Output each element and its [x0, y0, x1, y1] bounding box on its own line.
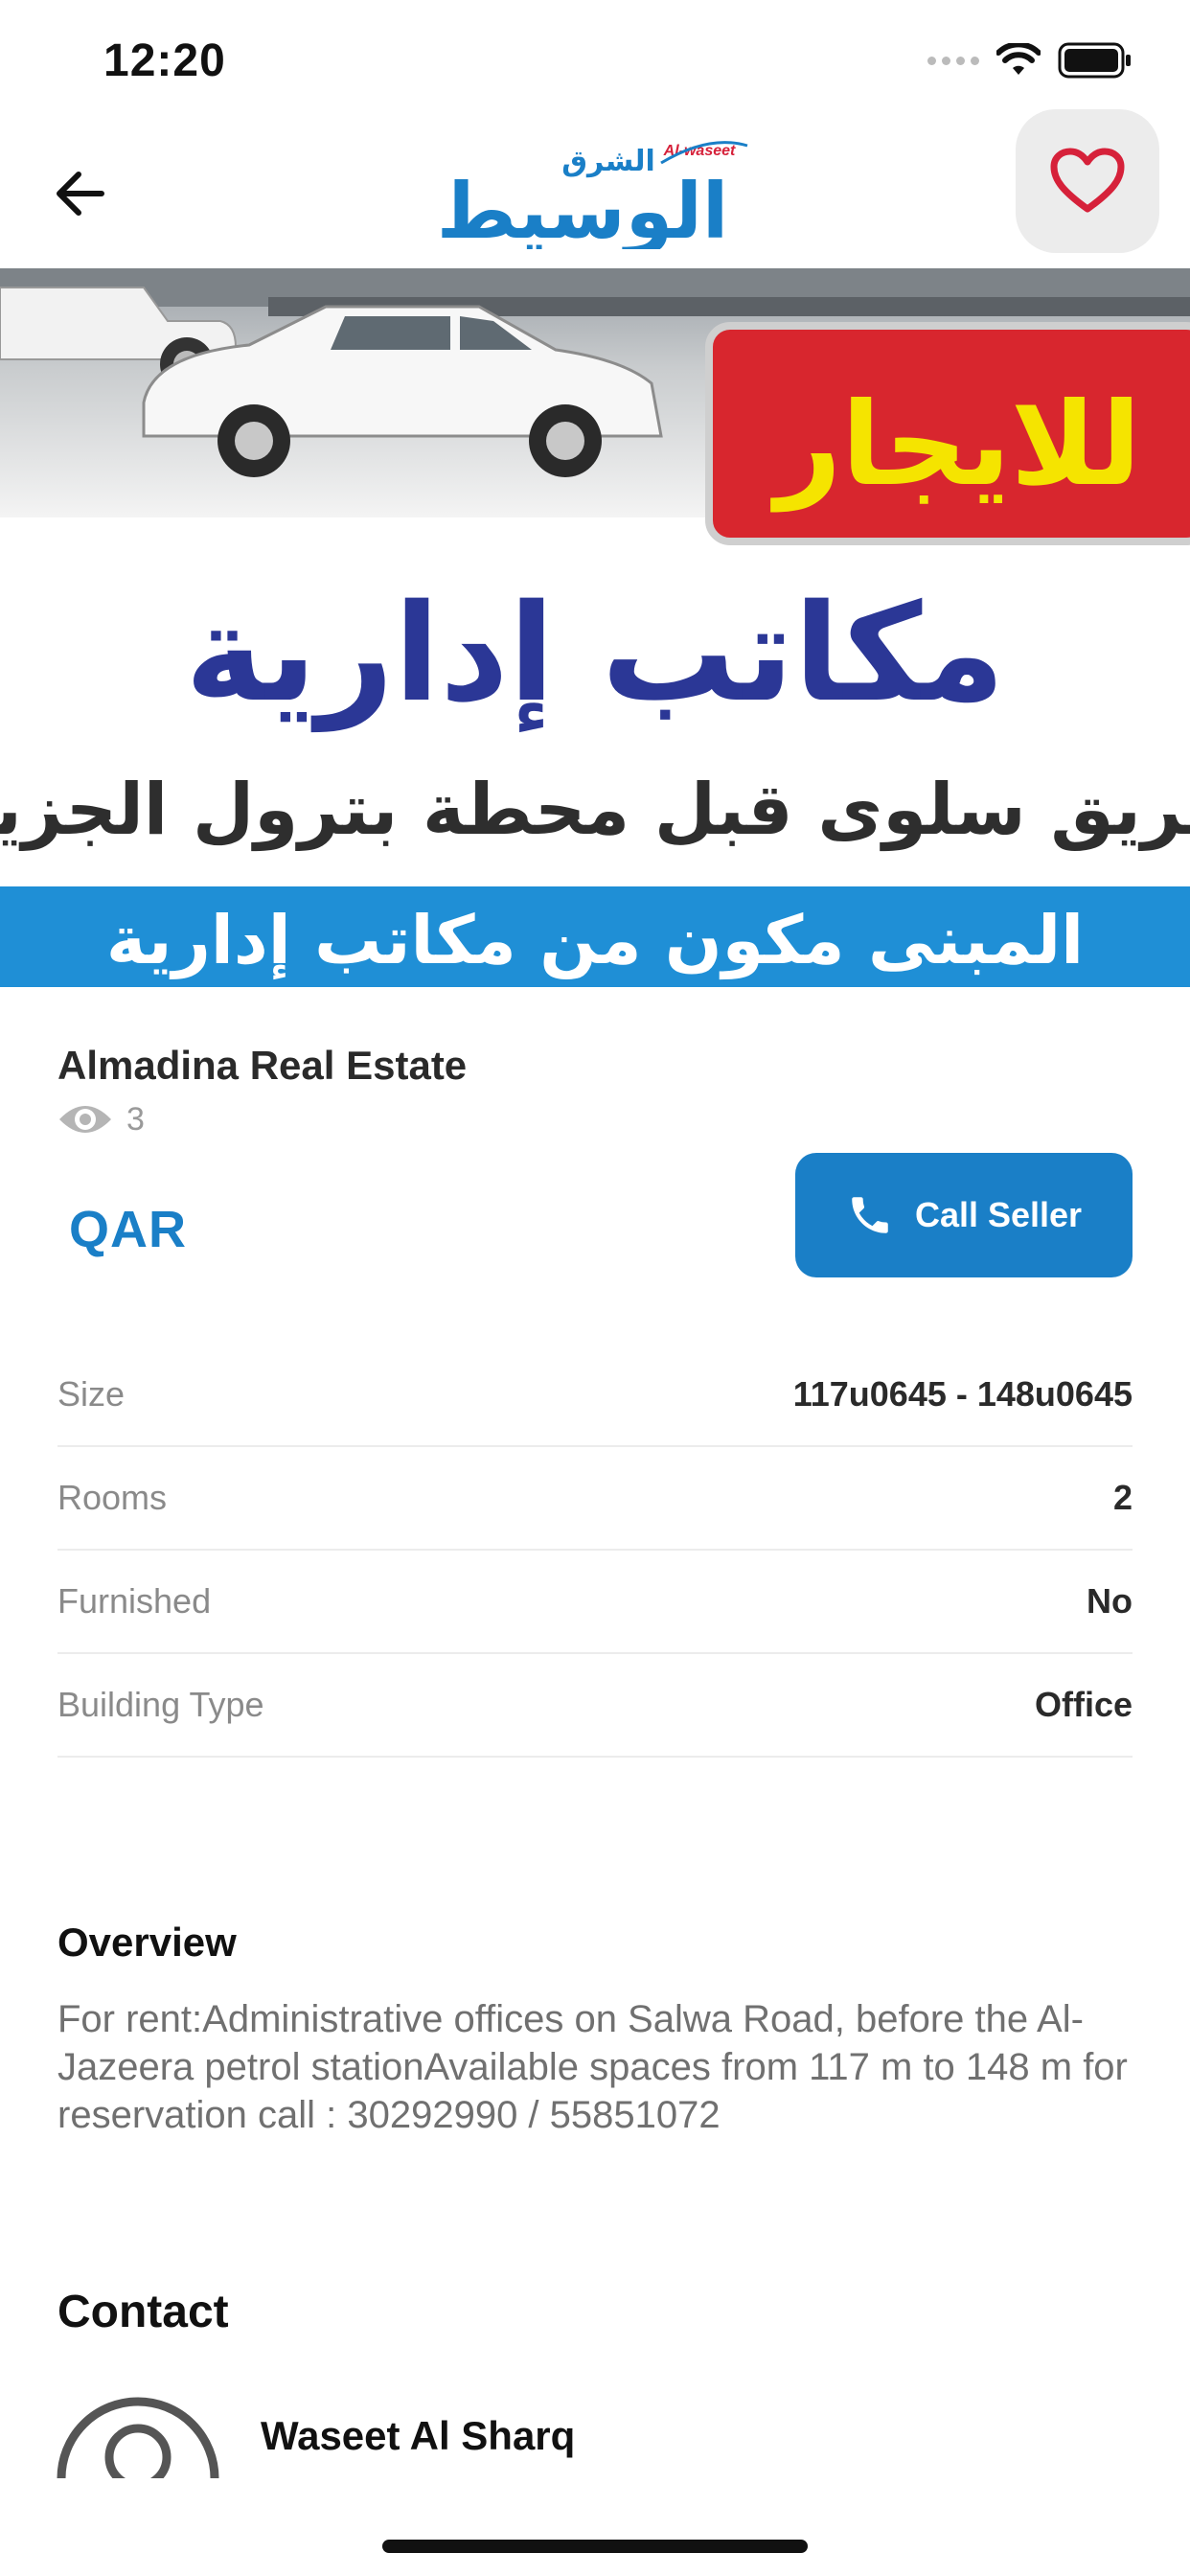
- heart-icon: [1050, 148, 1125, 213]
- spec-value: No: [1087, 1581, 1133, 1621]
- contact-avatar[interactable]: [56, 2382, 220, 2478]
- spec-row-rooms: Rooms 2: [57, 1447, 1133, 1551]
- price-currency: QAR: [69, 1201, 187, 1258]
- signal-icon: [927, 56, 979, 65]
- call-seller-button[interactable]: Call Seller: [795, 1153, 1133, 1277]
- home-indicator[interactable]: [382, 2540, 808, 2553]
- favorite-button[interactable]: [1016, 109, 1159, 253]
- wifi-icon: [996, 43, 1041, 75]
- banner-for-rent: للايجار: [770, 379, 1141, 512]
- spec-label: Rooms: [57, 1478, 168, 1517]
- alwaseet-logo: الشرق Al-waseet الوسيط: [437, 141, 748, 249]
- banner-subline: بطريق سلوى قبل محطة بترول الجزيرة: [0, 769, 1190, 852]
- banner-footer: المبنى مكون من مكاتب إدارية: [106, 901, 1084, 980]
- spec-row-furnished: Furnished No: [57, 1551, 1133, 1654]
- overview-title: Overview: [57, 1920, 237, 1965]
- phone-icon: [852, 1197, 888, 1233]
- battery-icon: [1058, 42, 1131, 79]
- spec-label: Building Type: [57, 1685, 264, 1724]
- contact-name: Waseet Al Sharq: [261, 2413, 576, 2458]
- views-count: 3: [126, 1100, 145, 1138]
- contact-title: Contact: [57, 2287, 229, 2337]
- spec-value: 117u0645 - 148u0645: [792, 1374, 1133, 1414]
- spec-row-size: Size 117u0645 - 148u0645: [57, 1344, 1133, 1447]
- eye-icon: [59, 1106, 111, 1133]
- listing-image-graphic: للايجار مكاتب إدارية بطريق سلوى قبل محطة…: [0, 268, 1190, 987]
- back-arrow-icon: [57, 172, 104, 216]
- spec-value: Office: [1034, 1685, 1133, 1724]
- seller-name: Almadina Real Estate: [57, 1043, 468, 1088]
- spec-row-building-type: Building Type Office: [57, 1654, 1133, 1758]
- status-icons: [927, 42, 1133, 79]
- spec-label: Size: [57, 1374, 126, 1414]
- avatar-icon: [57, 2397, 219, 2478]
- call-seller-label: Call Seller: [914, 1195, 1083, 1234]
- spec-value: 2: [1112, 1478, 1133, 1517]
- listing-image[interactable]: للايجار مكاتب إدارية بطريق سلوى قبل محطة…: [0, 268, 1190, 987]
- logo-arabic-main: الوسيط: [437, 167, 729, 249]
- view-count: 3: [57, 1100, 145, 1138]
- back-button[interactable]: [50, 163, 111, 224]
- banner-headline: مكاتب إدارية: [185, 576, 1005, 733]
- specs-list: Size 117u0645 - 148u0645 Rooms 2 Furnish…: [57, 1344, 1133, 1758]
- status-time: 12:20: [103, 35, 226, 86]
- spec-label: Furnished: [57, 1581, 212, 1621]
- nav-bar: الشرق Al-waseet الوسيط: [0, 105, 1190, 268]
- overview-text: For rent:Administrative offices on Salwa…: [57, 1998, 1128, 2136]
- status-bar: 12:20: [0, 0, 1190, 105]
